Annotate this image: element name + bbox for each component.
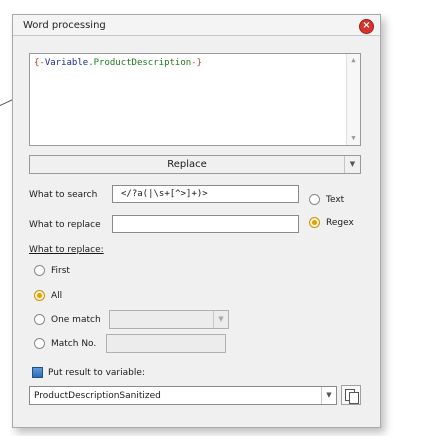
one-match-dropdown[interactable]: ▼ (109, 310, 229, 329)
search-label: What to search (29, 190, 98, 200)
scroll-down-icon[interactable]: ▼ (348, 133, 359, 144)
token-variable: Variable (44, 58, 89, 68)
source-text-area[interactable]: {-Variable.ProductDescription-} ▲ ▼ (29, 53, 361, 146)
scroll-up-icon[interactable]: ▲ (348, 55, 359, 66)
action-selected: Replace (167, 159, 207, 170)
radio-all[interactable]: All (34, 290, 62, 301)
radio-all-circle[interactable] (34, 290, 45, 301)
window-title: Word processing (23, 20, 106, 31)
action-dropdown[interactable]: Replace ▼ (29, 155, 361, 174)
search-input[interactable]: </?a(|\s+[^>]+)> (112, 185, 299, 203)
scope-heading: What to replace: (29, 245, 104, 255)
radio-one-match-label: One match (51, 314, 101, 325)
replace-label: What to replace (29, 220, 101, 230)
close-icon[interactable]: × (359, 19, 374, 34)
radio-all-label: All (51, 290, 63, 301)
radio-match-no-circle[interactable] (34, 338, 45, 349)
radio-text[interactable]: Text (309, 194, 344, 205)
radio-match-no[interactable]: Match No. (34, 338, 96, 349)
put-result-label: Put result to variable: (48, 367, 145, 378)
radio-first-label: First (51, 265, 70, 276)
copy-icon (349, 392, 359, 404)
token-property: ProductDescription (93, 58, 192, 68)
chevron-down-icon[interactable]: ▼ (344, 156, 360, 173)
token-brace-close: -} (191, 58, 203, 68)
chevron-down-icon[interactable]: ▼ (321, 387, 336, 404)
radio-one-match-circle[interactable] (34, 314, 45, 325)
radio-first[interactable]: First (34, 265, 70, 276)
put-result-checkbox[interactable]: Put result to variable: (32, 367, 145, 378)
checkbox-icon[interactable] (32, 367, 43, 378)
match-number-field[interactable] (106, 334, 226, 353)
word-processing-dialog: Word processing × {-Variable.ProductDesc… (12, 14, 381, 428)
radio-regex-circle[interactable] (309, 217, 320, 228)
radio-text-circle[interactable] (309, 194, 320, 205)
result-variable-dropdown[interactable]: ProductDescriptionSanitized ▼ (29, 386, 337, 405)
title-bar: Word processing × (13, 15, 380, 36)
radio-text-label: Text (326, 194, 345, 205)
radio-regex-label: Regex (326, 217, 354, 228)
token-brace-open: {- (34, 58, 45, 68)
copy-button[interactable] (341, 385, 361, 405)
radio-match-no-label: Match No. (51, 338, 97, 349)
result-variable-value: ProductDescriptionSanitized (34, 391, 161, 401)
chevron-down-icon[interactable]: ▼ (213, 311, 228, 328)
text-area-scrollbar[interactable]: ▲ ▼ (346, 54, 360, 145)
replace-input[interactable] (112, 215, 299, 233)
radio-regex[interactable]: Regex (309, 217, 354, 228)
radio-one-match[interactable]: One match (34, 314, 101, 325)
radio-first-circle[interactable] (34, 265, 45, 276)
